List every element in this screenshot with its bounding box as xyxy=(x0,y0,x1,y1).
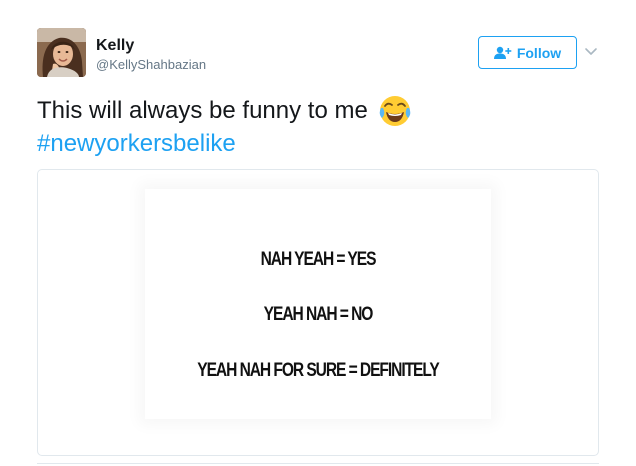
meme-line: YEAH NAH FOR SURE = DEFINITELY xyxy=(197,360,440,381)
chevron-down-icon[interactable] xyxy=(584,44,598,58)
follow-button-label: Follow xyxy=(516,44,562,61)
add-user-icon xyxy=(493,46,512,60)
divider xyxy=(37,463,599,464)
profile-photo-icon xyxy=(37,28,86,77)
tweet-text: This will always be funny to me xyxy=(37,94,412,128)
follow-button[interactable]: Follow xyxy=(478,36,577,69)
meme-line: YEAH NAH = NO xyxy=(263,304,374,325)
tweet-card: Kelly @KellyShahbazian Follow This will … xyxy=(0,0,636,466)
meme-image: NAH YEAH = YES YEAH NAH = NO YEAH NAH FO… xyxy=(145,189,491,419)
author-display-name[interactable]: Kelly xyxy=(96,36,134,56)
author-screen-name[interactable]: @KellyShahbazian xyxy=(96,57,206,73)
media-card[interactable]: NAH YEAH = YES YEAH NAH = NO YEAH NAH FO… xyxy=(37,169,599,456)
hashtag-link[interactable]: #newyorkersbelike xyxy=(37,128,236,160)
meme-line: NAH YEAH = YES xyxy=(260,249,377,270)
tweet-text-body: This will always be funny to me xyxy=(37,97,368,124)
avatar[interactable] xyxy=(37,28,86,77)
face-with-tears-of-joy-icon xyxy=(378,94,412,128)
